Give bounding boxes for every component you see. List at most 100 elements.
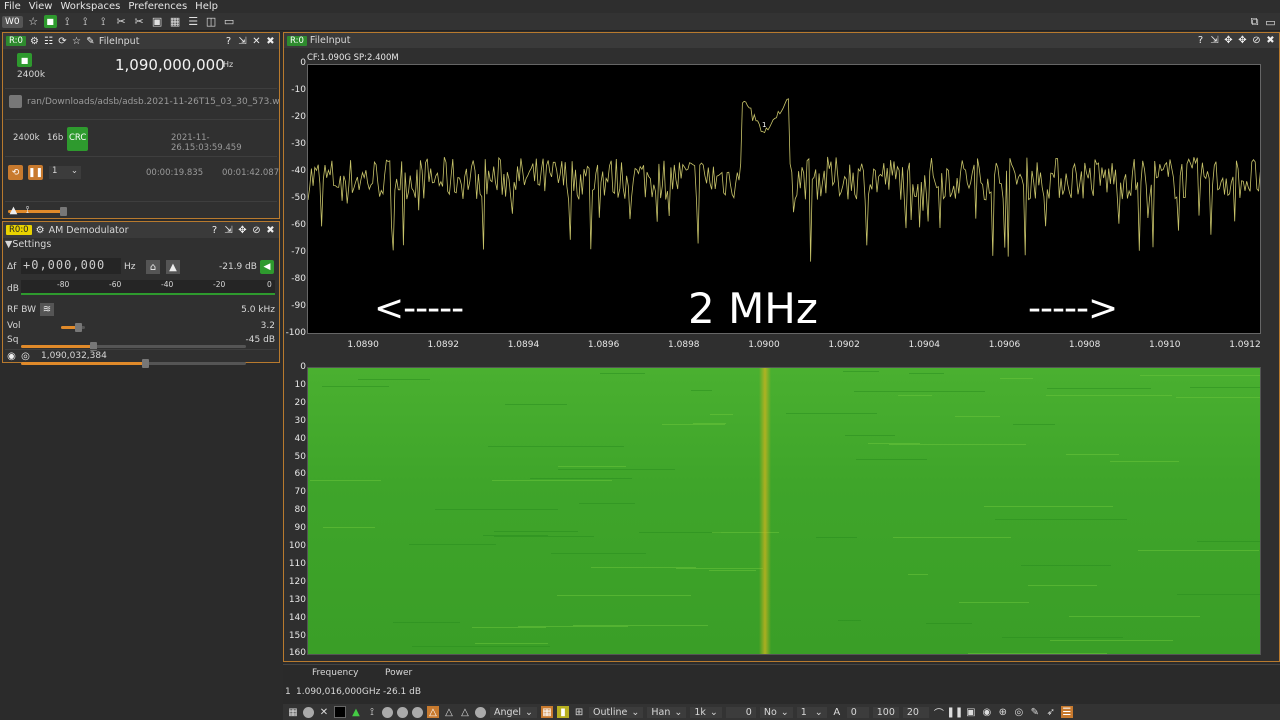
source-stop-button[interactable]: ■	[17, 53, 32, 67]
avg-mode-select[interactable]: No ⌄	[759, 706, 793, 718]
grid-icon[interactable]: ▦	[541, 706, 554, 718]
antenna-icon[interactable]: ⟟	[22, 205, 33, 216]
circle-button[interactable]	[303, 706, 314, 718]
triangle-icon[interactable]: △	[427, 706, 439, 718]
target-icon[interactable]: ◎	[1013, 706, 1025, 718]
ref-spin[interactable]: 0	[846, 706, 869, 718]
star-icon[interactable]: ☆	[26, 15, 41, 29]
fps-select[interactable]: 20	[902, 706, 929, 718]
circle-button[interactable]	[397, 706, 408, 718]
loop-icon[interactable]: ⟲	[8, 165, 23, 180]
maximize-icon[interactable]: ▭	[222, 15, 237, 29]
pin-icon[interactable]: ✕	[251, 36, 262, 47]
antenna-icon[interactable]: ⟟	[60, 15, 75, 29]
row-index: 1	[285, 687, 291, 697]
move-icon[interactable]: ✥	[1223, 35, 1234, 46]
antenna-multi-icon[interactable]: ⟟	[96, 15, 111, 29]
curve-icon[interactable]: ⌒	[933, 706, 945, 720]
crosshair-icon[interactable]: ⊕	[997, 706, 1009, 718]
file-path[interactable]: ran/Downloads/adsb/adsb.2021-11-26T15_03…	[27, 97, 279, 107]
speaker-icon[interactable]: ◀	[260, 260, 274, 274]
fullscreen-icon[interactable]: ▭	[1263, 15, 1278, 29]
vol-slider[interactable]	[21, 342, 246, 351]
pause-icon[interactable]: ❚❚	[947, 706, 964, 718]
range-spin[interactable]: 100	[872, 706, 899, 718]
mute-icon[interactable]: ⊘	[251, 225, 262, 236]
sq-slider[interactable]	[21, 359, 246, 368]
triangle-up-icon[interactable]: ▲	[8, 205, 19, 216]
stop-icon[interactable]: ■	[43, 15, 57, 28]
popout-icon[interactable]: ⇲	[223, 225, 234, 236]
close-icon[interactable]: ✖	[265, 36, 276, 47]
chart-icon[interactable]: ⊞	[573, 706, 585, 718]
menu-file[interactable]: File	[4, 1, 21, 12]
bars-icon[interactable]: ▮	[557, 706, 570, 718]
split-icon[interactable]: ◫	[204, 15, 219, 29]
waterfall-plot[interactable]	[307, 367, 1261, 655]
source-frequency[interactable]: 1,090,000,000	[115, 56, 225, 74]
popout-icon[interactable]: ⇲	[237, 36, 248, 47]
close-icon[interactable]: ✖	[265, 225, 276, 236]
settings-toggle[interactable]: ▼Settings	[5, 239, 51, 250]
pencil-icon[interactable]: ✎	[1029, 706, 1041, 718]
tab-power[interactable]: Power	[385, 668, 412, 678]
tune-icon[interactable]: ◎	[20, 351, 31, 362]
loop-count-select[interactable]: 1 ⌄	[49, 166, 81, 179]
menu-help[interactable]: Help	[195, 1, 218, 12]
triangle-icon[interactable]: △	[443, 706, 455, 718]
record-icon[interactable]: ◉	[6, 351, 17, 362]
workspace-tag[interactable]: W0	[2, 15, 23, 28]
star-icon[interactable]: ☆	[71, 36, 82, 47]
popout-icon[interactable]: ⇲	[1209, 35, 1220, 46]
move-icon[interactable]: ✥	[237, 225, 248, 236]
window-select[interactable]: Han ⌄	[647, 706, 687, 718]
help-icon[interactable]: ?	[223, 36, 234, 47]
list-icon[interactable]: ☰	[186, 15, 201, 29]
menu-preferences[interactable]: Preferences	[128, 1, 187, 12]
cursor-icon[interactable]: ➶	[1045, 706, 1057, 718]
tools2-icon[interactable]: ✂	[132, 15, 147, 29]
save-icon[interactable]: ▣	[965, 706, 977, 718]
menu-icon[interactable]: ☰	[1060, 706, 1073, 718]
triangle-icon[interactable]: △	[459, 706, 471, 718]
black-square-icon[interactable]	[334, 706, 346, 718]
gear-icon[interactable]: ⚙	[29, 36, 40, 47]
delta-freq-input[interactable]: +0,000,000	[21, 258, 121, 274]
pause-icon[interactable]: ❚❚	[28, 165, 43, 180]
restore-icon[interactable]: ⧉	[1247, 15, 1262, 29]
close-icon[interactable]: ✖	[1265, 35, 1276, 46]
menu-view[interactable]: View	[29, 1, 53, 12]
move-icon[interactable]: ✥	[1237, 35, 1248, 46]
tab-frequency[interactable]: Frequency	[312, 668, 359, 678]
broadcast-icon[interactable]: ◉	[981, 706, 993, 718]
antenna-icon[interactable]: ⟟	[366, 706, 378, 718]
menu-workspaces[interactable]: Workspaces	[60, 1, 120, 12]
antenna-add-icon[interactable]: ⟟	[78, 15, 93, 29]
lock-icon[interactable]: ⌂	[146, 260, 160, 274]
window-icon[interactable]: ▣	[150, 15, 165, 29]
help-icon[interactable]: ?	[1195, 35, 1206, 46]
cross-icon[interactable]: ✕	[318, 706, 330, 718]
grid-icon[interactable]: ▦	[168, 15, 183, 29]
help-icon[interactable]: ?	[209, 225, 220, 236]
auto-button[interactable]: A	[831, 706, 843, 718]
grid-icon[interactable]: ▦	[287, 706, 299, 718]
peak-icon[interactable]: ▲	[350, 706, 362, 718]
rfbw-slider[interactable]	[61, 323, 85, 332]
decimation-spin[interactable]: 1 ⌄	[796, 706, 827, 718]
sliders-icon[interactable]: ☷	[43, 36, 54, 47]
style-select[interactable]: Outline ⌄	[589, 706, 644, 718]
mute-icon[interactable]: ⊘	[1251, 35, 1262, 46]
refresh-icon[interactable]: ⟳	[57, 36, 68, 47]
tools-icon[interactable]: ✂	[114, 15, 129, 29]
averaging-spin[interactable]: 0	[725, 706, 756, 718]
wrench-icon[interactable]: ✎	[85, 36, 96, 47]
gear-icon[interactable]: ⚙	[35, 225, 46, 236]
fft-size-select[interactable]: 1k ⌄	[690, 706, 722, 718]
window-type-select[interactable]: Angel ⌄	[490, 706, 538, 718]
rfbw-icon[interactable]: ≋	[40, 303, 54, 316]
arrow-up-icon[interactable]: ▲	[166, 260, 180, 274]
circle-button[interactable]	[382, 706, 393, 718]
circle-button[interactable]	[412, 706, 423, 718]
circle-button[interactable]	[475, 706, 486, 718]
